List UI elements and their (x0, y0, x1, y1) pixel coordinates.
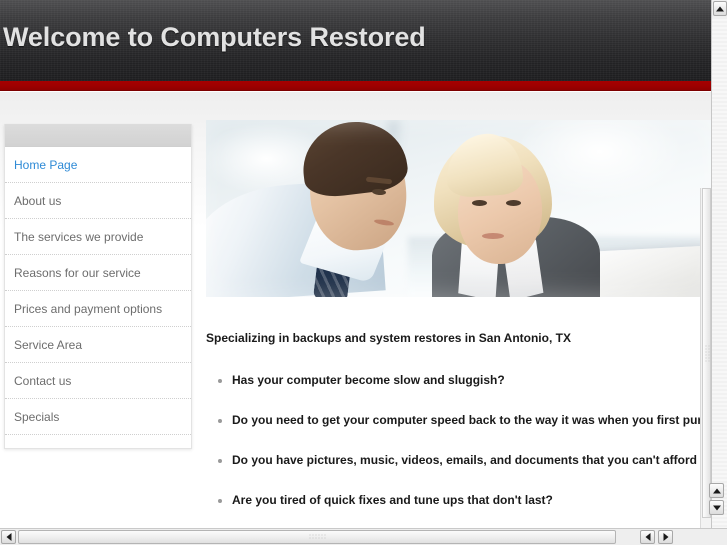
sidebar-item-label: Service Area (14, 338, 83, 352)
sidebar-navigation: Home Page About us The services we provi… (4, 124, 192, 449)
chevron-right-icon (663, 533, 668, 541)
site-header: Welcome to Computers Restored (0, 0, 711, 81)
scroll-left-button-secondary[interactable] (640, 530, 655, 544)
sidebar-item-prices[interactable]: Prices and payment options (5, 291, 191, 327)
sidebar-item-label: Home Page (14, 158, 78, 172)
window-horizontal-scrollbar[interactable] (0, 528, 727, 545)
window-vertical-scroll-track[interactable] (712, 17, 727, 529)
sidebar-footer-spacer (5, 435, 191, 448)
hero-image (206, 120, 711, 297)
browser-viewport: Welcome to Computers Restored Home Page … (0, 0, 711, 545)
sidebar-item-label: Prices and payment options (14, 302, 163, 316)
chevron-down-icon (712, 505, 721, 510)
sidebar-item-label: Reasons for our service (14, 266, 141, 280)
chevron-left-icon (645, 533, 650, 541)
sidebar-item-label: Contact us (14, 374, 72, 388)
page-body: Home Page About us The services we provi… (0, 92, 711, 545)
sidebar-item-reasons[interactable]: Reasons for our service (5, 255, 191, 291)
main-content: Specializing in backups and system resto… (206, 120, 711, 533)
list-item: Do you have pictures, music, videos, ema… (206, 453, 711, 467)
list-item: Are you tired of quick fixes and tune up… (206, 493, 711, 507)
sidebar-cap (5, 124, 191, 147)
hero-woman-eye (472, 200, 487, 206)
scroll-left-button[interactable] (1, 530, 16, 544)
sidebar-item-services[interactable]: The services we provide (5, 219, 191, 255)
chevron-up-icon (716, 6, 724, 11)
sidebar-item-about-us[interactable]: About us (5, 183, 191, 219)
list-item: Has your computer become slow and sluggi… (206, 373, 711, 387)
window-vertical-scrollbar[interactable] (711, 0, 727, 529)
sidebar-item-label: About us (14, 194, 62, 208)
content-vertical-scroll-thumb[interactable] (702, 188, 711, 518)
scroll-up-button[interactable] (713, 1, 727, 16)
chevron-left-icon (6, 533, 11, 541)
page-title: Welcome to Computers Restored (3, 22, 426, 52)
sidebar-item-label: Specials (14, 410, 60, 424)
header-accent-rule (0, 81, 711, 91)
chevron-up-icon (712, 488, 721, 493)
horizontal-scroll-thumb[interactable] (18, 530, 616, 544)
scroll-down-button[interactable] (709, 500, 724, 515)
scroll-right-button[interactable] (658, 530, 673, 544)
lede-text: Specializing in backups and system resto… (206, 331, 571, 345)
sidebar-item-contact-us[interactable]: Contact us (5, 363, 191, 399)
sidebar-item-service-area[interactable]: Service Area (5, 327, 191, 363)
corner-scroll-steppers[interactable] (709, 483, 724, 515)
list-item: Do you need to get your computer speed b… (206, 413, 711, 427)
hero-woman-eye (506, 200, 521, 206)
sidebar-item-label: The services we provide (14, 230, 144, 244)
scroll-up-button[interactable] (709, 483, 724, 498)
benefits-list: Has your computer become slow and sluggi… (206, 373, 711, 507)
hero-woman-mouth (482, 233, 504, 239)
scroll-thumb-grip (704, 344, 709, 362)
sidebar-item-specials[interactable]: Specials (5, 399, 191, 435)
scroll-thumb-grip (308, 533, 326, 541)
sidebar-item-home-page[interactable]: Home Page (5, 147, 191, 183)
